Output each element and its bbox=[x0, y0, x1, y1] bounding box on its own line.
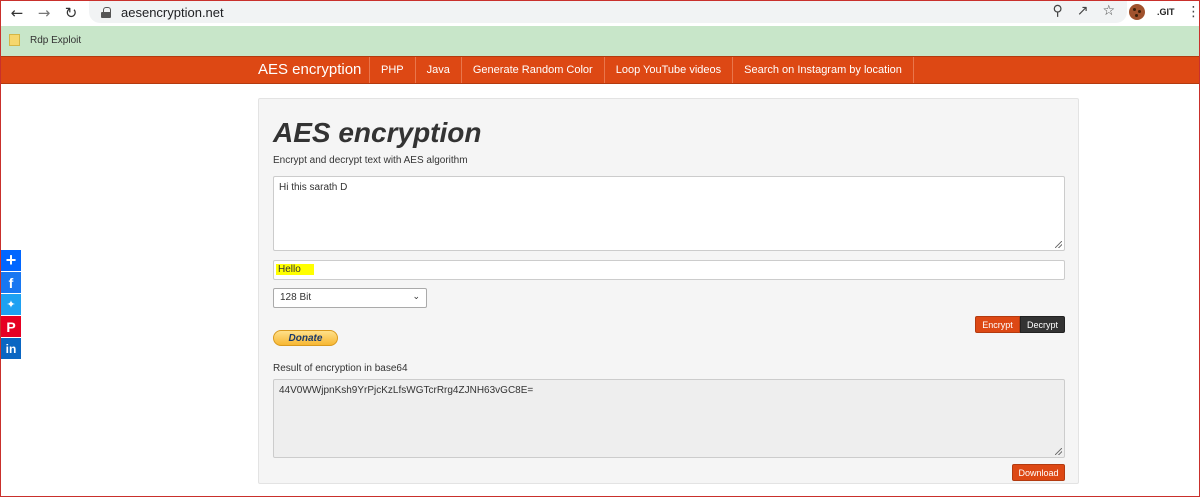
brand-link[interactable]: AES encryption bbox=[258, 61, 361, 78]
page-title: AES encryption bbox=[273, 117, 482, 148]
nav-link-java[interactable]: Java bbox=[414, 57, 461, 83]
reload-icon[interactable]: ↻ bbox=[61, 3, 81, 23]
result-label: Result of encryption in base64 bbox=[273, 363, 408, 374]
resize-handle-icon[interactable] bbox=[1055, 448, 1062, 455]
encrypt-button[interactable]: Encrypt bbox=[975, 316, 1020, 333]
browser-toolbar: ← → ↻ aesencryption.net ⚲ ↗ ☆ .GIT ⋮ bbox=[1, 1, 1200, 26]
plaintext-value: Hi this sarath D bbox=[279, 182, 348, 193]
linkedin-icon[interactable]: in bbox=[1, 338, 21, 359]
twitter-icon[interactable]: ✦ bbox=[1, 294, 21, 315]
nav-link-php[interactable]: PHP bbox=[369, 57, 415, 83]
nav-link-random-color[interactable]: Generate Random Color bbox=[460, 57, 604, 83]
key-input[interactable]: Hello bbox=[273, 260, 1065, 280]
page-subtitle: Encrypt and decrypt text with AES algori… bbox=[273, 155, 468, 166]
key-size-value: 128 Bit bbox=[280, 292, 312, 303]
social-share-bar: + f ✦ P in bbox=[1, 250, 21, 359]
facebook-icon[interactable]: f bbox=[1, 272, 21, 293]
plaintext-textarea[interactable]: Hi this sarath D bbox=[273, 176, 1065, 251]
key-value: Hello bbox=[276, 264, 314, 275]
nav-link-instagram-location[interactable]: Search on Instagram by location bbox=[732, 57, 914, 83]
key-size-select[interactable]: 128 Bit ⌄ bbox=[273, 288, 427, 308]
decrypt-button[interactable]: Decrypt bbox=[1020, 316, 1065, 333]
address-bar[interactable]: aesencryption.net ⚲ ↗ ☆ bbox=[89, 1, 1127, 23]
menu-icon[interactable]: ⋮ bbox=[1187, 3, 1200, 20]
encryption-form-card: AES encryption Encrypt and decrypt text … bbox=[258, 98, 1079, 484]
share-icon[interactable]: ↗ bbox=[1077, 3, 1089, 19]
pinterest-icon[interactable]: P bbox=[1, 316, 21, 337]
folder-icon bbox=[9, 34, 20, 46]
action-button-group: Encrypt Decrypt bbox=[975, 316, 1065, 333]
bookmarks-bar: Rdp Exploit bbox=[1, 26, 1199, 54]
url-text: aesencryption.net bbox=[121, 4, 224, 20]
chevron-down-icon: ⌄ bbox=[412, 292, 420, 302]
star-icon[interactable]: ☆ bbox=[1102, 3, 1115, 19]
donate-button[interactable]: Donate bbox=[273, 330, 338, 346]
result-value: 44V0WWjpnKsh9YrPjcKzLfsWGTcrRrg4ZJNH63vG… bbox=[279, 385, 534, 396]
nav-link-loop-youtube[interactable]: Loop YouTube videos bbox=[603, 57, 732, 83]
forward-arrow-icon[interactable]: → bbox=[34, 3, 54, 23]
add-share-icon[interactable]: + bbox=[1, 250, 21, 271]
lock-icon bbox=[101, 6, 111, 18]
result-textarea[interactable]: 44V0WWjpnKsh9YrPjcKzLfsWGTcrRrg4ZJNH63vG… bbox=[273, 379, 1065, 458]
site-navbar: AES encryption PHP Java Generate Random … bbox=[1, 56, 1199, 84]
git-extension-icon[interactable]: .GIT bbox=[1157, 7, 1175, 17]
zoom-icon[interactable]: ⚲ bbox=[1052, 3, 1062, 19]
cookie-extension-icon[interactable] bbox=[1129, 3, 1145, 20]
bookmark-rdp-exploit[interactable]: Rdp Exploit bbox=[30, 35, 81, 46]
resize-handle-icon[interactable] bbox=[1055, 241, 1062, 248]
download-button[interactable]: Download bbox=[1012, 464, 1065, 481]
back-arrow-icon[interactable]: ← bbox=[7, 3, 27, 23]
